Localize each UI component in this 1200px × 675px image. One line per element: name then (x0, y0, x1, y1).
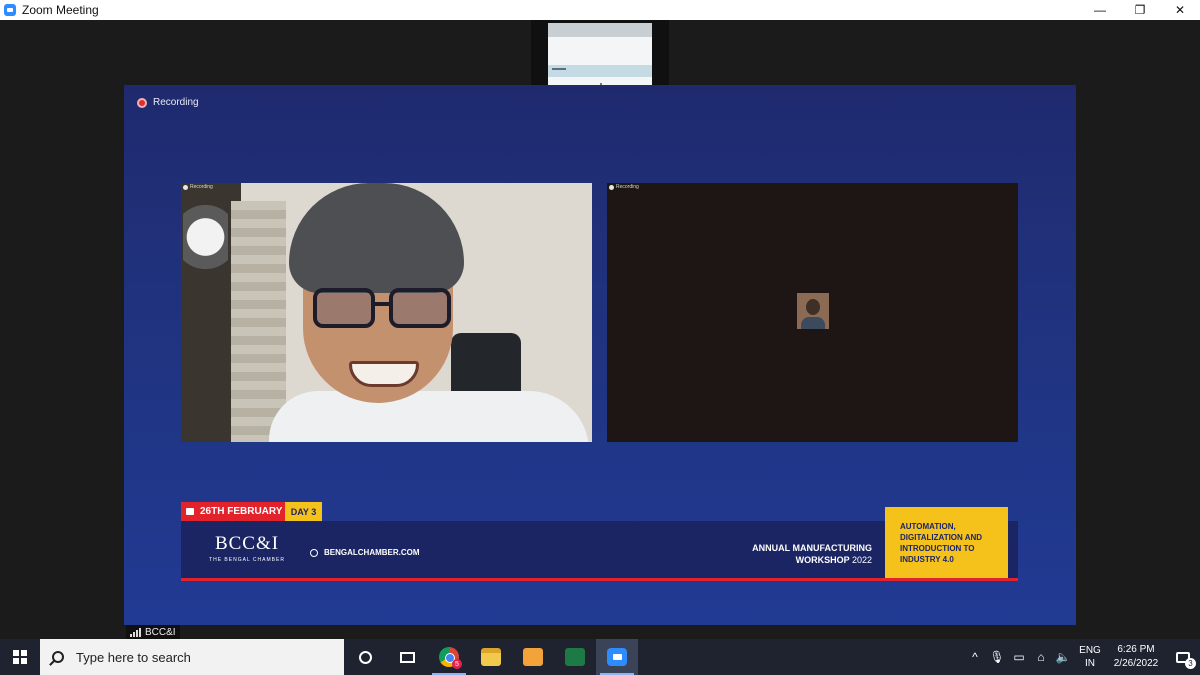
region-code: IN (1085, 658, 1095, 669)
cortana-button[interactable] (344, 639, 386, 675)
video-tile-participant[interactable]: Recording (607, 183, 1018, 442)
chevron-up-icon[interactable]: ^ (964, 639, 986, 675)
workshop-year: 2022 (851, 555, 872, 565)
logo-main: BCC&I (214, 533, 280, 554)
window-titlebar: Zoom Meeting — ❐ ✕ (0, 0, 1200, 20)
recording-icon (137, 97, 147, 108)
battery-icon[interactable]: ▭ (1008, 639, 1030, 675)
glasses (313, 288, 453, 328)
language-indicator[interactable]: ENG IN (1074, 644, 1106, 670)
date-badge: 26TH FEBRUARY (181, 502, 285, 521)
notification-count: 3 (1185, 658, 1196, 669)
windows-taskbar: 5 ^ 🎙 ▭ ⌂ 🔈 ENG IN 6:26 PM 2/26/2022 3 (0, 639, 1200, 675)
close-button[interactable]: ✕ (1160, 0, 1200, 20)
participant-name-tag: BCC&I (126, 625, 180, 639)
volume-icon[interactable]: 🔈 (1052, 639, 1074, 675)
participant-avatar (797, 293, 829, 329)
folder-icon (481, 648, 501, 666)
search-input[interactable] (76, 649, 326, 665)
zoom-app-icon (4, 4, 16, 16)
tile-recording-icon (183, 184, 188, 190)
search-icon (52, 651, 64, 663)
taskbar-search[interactable] (40, 639, 344, 675)
topic-box: AUTOMATION, DIGITALIZATION AND INTRODUCT… (885, 507, 1008, 578)
system-tray: ^ 🎙 ▭ ⌂ 🔈 ENG IN 6:26 PM 2/26/2022 3 (964, 639, 1200, 675)
tile-recording-indicator: Recording (183, 184, 213, 190)
cortana-icon (358, 650, 372, 664)
clock[interactable]: 6:26 PM 2/26/2022 (1106, 643, 1166, 671)
file-explorer-button[interactable] (470, 639, 512, 675)
topic-line: AUTOMATION, (900, 522, 956, 531)
date-badge-text: 26TH FEBRUARY (200, 506, 283, 517)
day-badge: DAY 3 (285, 502, 322, 521)
window-title: Zoom Meeting (22, 3, 99, 17)
website-text: BENGALCHAMBER.COM (324, 548, 420, 557)
workshop-title: ANNUAL MANUFACTURING WORKSHOP 2022 (681, 542, 872, 566)
restore-button[interactable]: ❐ (1120, 0, 1160, 20)
thumbnail-header (548, 23, 652, 37)
recording-label: Recording (153, 97, 199, 108)
window-controls: — ❐ ✕ (1080, 0, 1200, 20)
excel-button[interactable] (554, 639, 596, 675)
participant-name: BCC&I (145, 626, 176, 638)
outlook-icon (523, 648, 543, 666)
minimize-button[interactable]: — (1080, 0, 1120, 20)
workshop-line-2: WORKSHOP (795, 555, 850, 565)
language-code: ENG (1079, 645, 1101, 656)
clock-time: 6:26 PM (1117, 644, 1155, 655)
website: BENGALCHAMBER.COM (310, 548, 420, 557)
task-view-icon (399, 651, 415, 663)
tile-recording-indicator: Recording (609, 184, 639, 190)
video-tile-speaker[interactable]: Recording (181, 183, 592, 442)
topic-line: DIGITALIZATION AND (900, 533, 983, 542)
tile-recording-label: Recording (616, 184, 639, 190)
microphone-icon[interactable]: 🎙 (986, 639, 1008, 675)
windows-logo-icon (13, 650, 27, 664)
tile-recording-icon (609, 184, 614, 190)
zoom-taskbar-button[interactable] (596, 639, 638, 675)
globe-icon (310, 548, 318, 557)
recording-indicator[interactable]: Recording (137, 97, 199, 108)
topic-line: INDUSTRY 4.0 (900, 555, 954, 564)
start-button[interactable] (0, 639, 40, 675)
signal-bars-icon (130, 627, 142, 637)
plant-decoration (183, 205, 228, 285)
event-banner: 26TH FEBRUARY DAY 3 BCC&I THE BENGAL CHA… (181, 502, 1018, 584)
workshop-line-1: ANNUAL MANUFACTURING (752, 543, 872, 553)
clock-date: 2/26/2022 (1113, 658, 1159, 669)
tile-recording-label: Recording (190, 184, 213, 190)
shared-screen: Recording Recording Recording 26TH FEBRU… (124, 85, 1076, 625)
topic-line: INTRODUCTION TO (900, 544, 975, 553)
chrome-badge: 5 (452, 659, 462, 669)
network-icon[interactable]: ⌂ (1030, 639, 1052, 675)
bcci-logo: BCC&I THE BENGAL CHAMBER (201, 533, 293, 563)
thumbnail-band (548, 65, 652, 77)
calendar-icon (186, 508, 194, 515)
excel-icon (565, 648, 585, 666)
notification-button[interactable]: 3 (1166, 639, 1200, 675)
zoom-icon (607, 648, 627, 666)
task-view-button[interactable] (386, 639, 428, 675)
outlook-button[interactable] (512, 639, 554, 675)
banner-band: BCC&I THE BENGAL CHAMBER BENGALCHAMBER.C… (181, 507, 1018, 581)
logo-sub: THE BENGAL CHAMBER (209, 557, 285, 563)
chrome-taskbar-button[interactable]: 5 (428, 639, 470, 675)
